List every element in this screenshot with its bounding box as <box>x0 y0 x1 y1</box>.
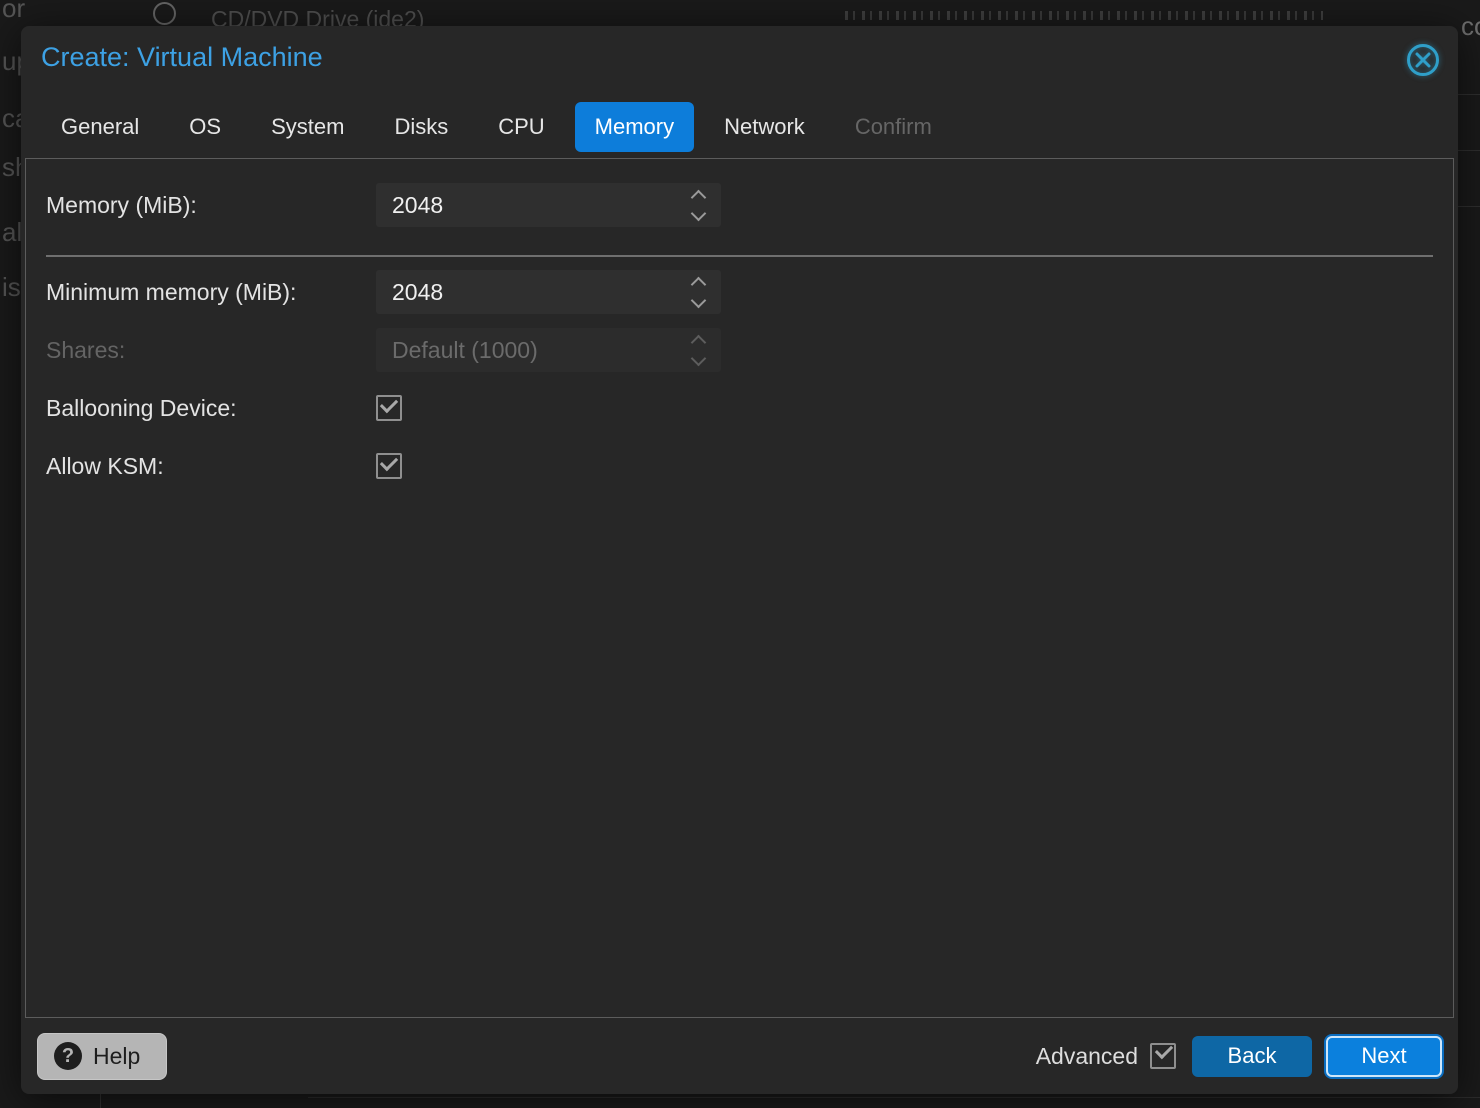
bg-grid-line <box>100 1094 101 1108</box>
spinner-arrows-icon[interactable] <box>683 183 713 227</box>
wizard-tabbar: General OS System Disks CPU Memory Netwo… <box>21 102 1458 152</box>
dialog-footer: ? Help Advanced Back Next <box>21 1018 1458 1094</box>
section-divider <box>46 255 1433 257</box>
memory-form-panel: Memory (MiB): 2048 Minimum memory (MiB):… <box>25 158 1454 1018</box>
bg-grid-line <box>1458 94 1480 95</box>
tab-disks[interactable]: Disks <box>374 102 468 152</box>
allow-ksm-row: Allow KSM: <box>46 444 1433 488</box>
tab-cpu[interactable]: CPU <box>478 102 564 152</box>
proxmox-screen: or up ca sh all iss CD/DVD Drive (ide2) … <box>0 0 1480 1108</box>
radio-button-icon <box>153 2 176 25</box>
minimum-memory-label: Minimum memory (MiB): <box>46 279 376 306</box>
tab-confirm: Confirm <box>835 102 952 152</box>
close-icon[interactable] <box>1405 42 1441 78</box>
tab-network[interactable]: Network <box>704 102 825 152</box>
bg-grid-line <box>1458 206 1480 207</box>
minimum-memory-row: Minimum memory (MiB): 2048 <box>46 270 1433 314</box>
help-button[interactable]: ? Help <box>37 1033 167 1080</box>
allow-ksm-checkbox[interactable] <box>376 453 402 479</box>
question-mark-icon: ? <box>54 1042 82 1070</box>
tab-memory[interactable]: Memory <box>575 102 694 152</box>
dialog-header: Create: Virtual Machine <box>21 26 1458 80</box>
memory-label: Memory (MiB): <box>46 192 376 219</box>
dialog-title: Create: Virtual Machine <box>41 42 1438 73</box>
ballooning-row: Ballooning Device: <box>46 386 1433 430</box>
checkmark-icon <box>1155 1041 1173 1059</box>
footer-actions: Advanced Back Next <box>1036 1036 1442 1077</box>
tab-system[interactable]: System <box>251 102 364 152</box>
ballooning-label: Ballooning Device: <box>46 395 376 422</box>
bg-sidebar-fragment: or <box>2 0 25 24</box>
create-vm-dialog: Create: Virtual Machine General OS Syste… <box>21 26 1458 1094</box>
tab-general[interactable]: General <box>41 102 159 152</box>
shares-value: Default (1000) <box>392 337 538 364</box>
bg-grid-line <box>308 1097 1480 1098</box>
minimum-memory-spinner[interactable]: 2048 <box>376 270 721 314</box>
shares-row: Shares: Default (1000) <box>46 328 1433 372</box>
bg-right-fragment: co <box>1461 11 1480 42</box>
illegible-text-fragment <box>845 11 1323 20</box>
shares-spinner: Default (1000) <box>376 328 721 372</box>
spinner-arrows-icon[interactable] <box>683 270 713 314</box>
allow-ksm-label: Allow KSM: <box>46 453 376 480</box>
back-button[interactable]: Back <box>1192 1036 1312 1077</box>
memory-spinner[interactable]: 2048 <box>376 183 721 227</box>
shares-label: Shares: <box>46 337 376 364</box>
advanced-checkbox[interactable] <box>1150 1043 1176 1069</box>
tab-os[interactable]: OS <box>169 102 241 152</box>
memory-value: 2048 <box>392 192 443 219</box>
minimum-memory-value: 2048 <box>392 279 443 306</box>
bg-grid-line <box>1458 150 1480 151</box>
help-button-label: Help <box>93 1043 140 1070</box>
checkmark-icon <box>380 453 398 471</box>
memory-row: Memory (MiB): 2048 <box>46 183 1433 227</box>
spinner-arrows-icon <box>683 328 713 372</box>
next-button[interactable]: Next <box>1326 1036 1442 1077</box>
advanced-label: Advanced <box>1036 1043 1138 1070</box>
checkmark-icon <box>380 395 398 413</box>
ballooning-checkbox[interactable] <box>376 395 402 421</box>
